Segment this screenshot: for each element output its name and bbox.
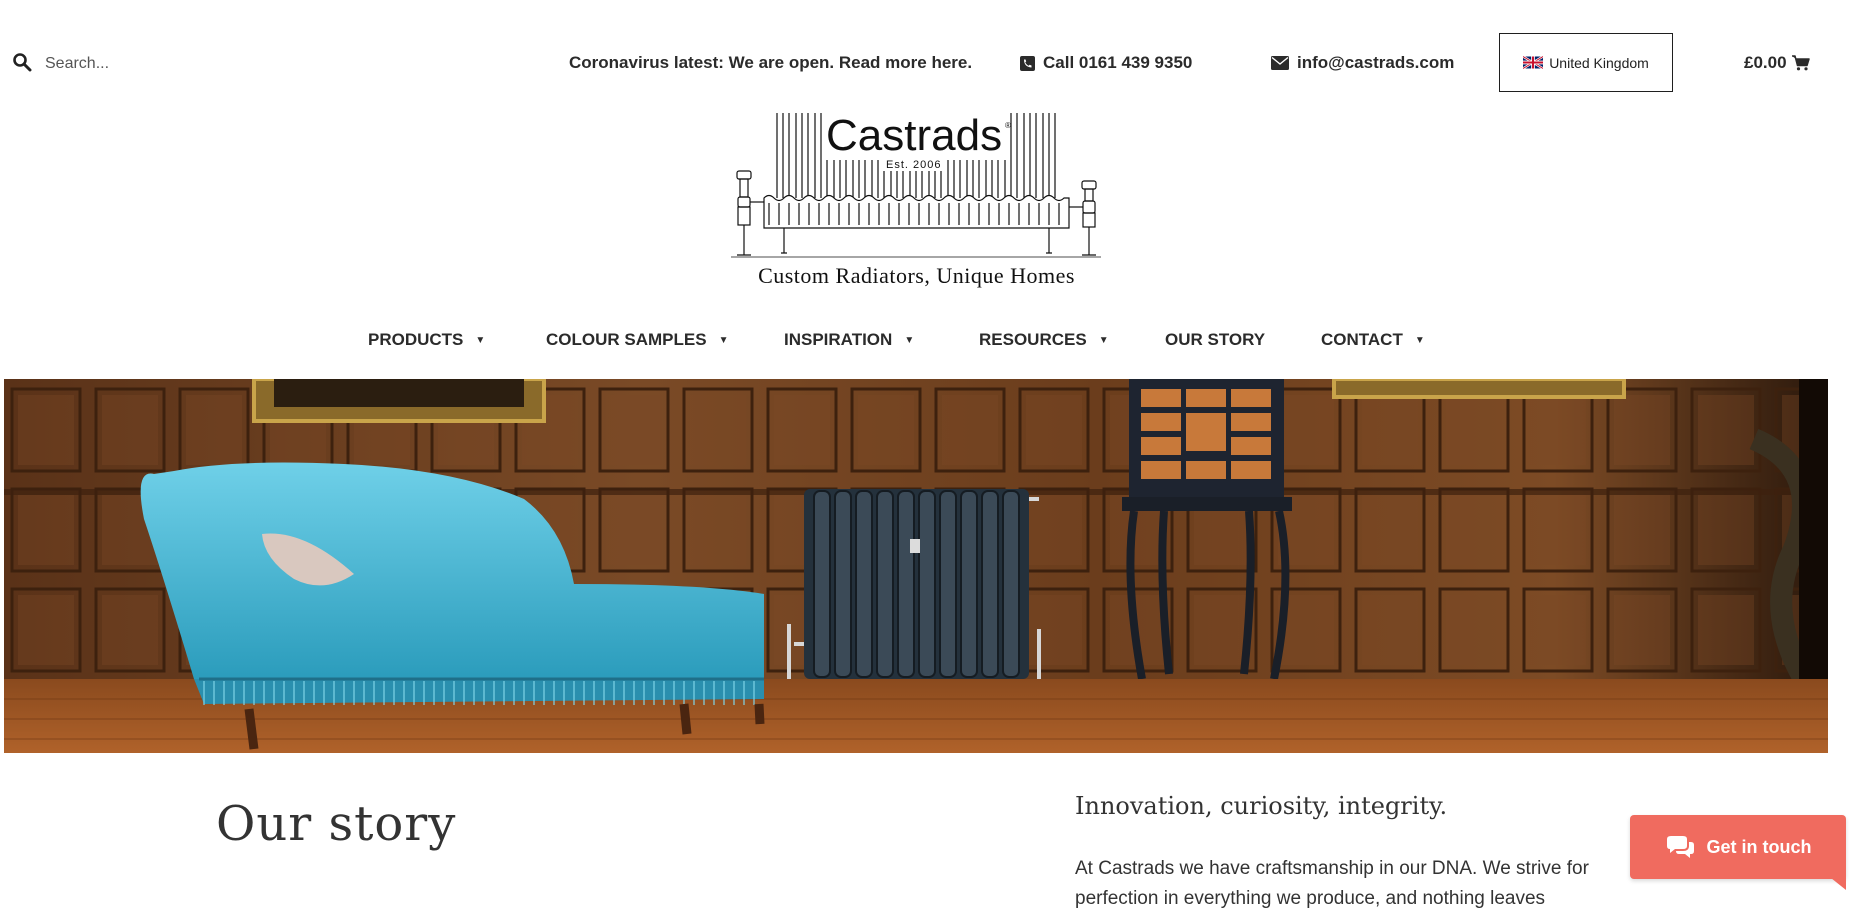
email-link[interactable]: info@castrads.com: [1271, 53, 1454, 73]
registered-mark: ®: [1005, 121, 1011, 130]
phone-label: Call 0161 439 9350: [1043, 53, 1193, 72]
cart-icon: [1791, 55, 1810, 71]
hero-image: [4, 379, 1828, 753]
cart-total: £0.00: [1744, 53, 1787, 72]
email-label: info@castrads.com: [1297, 53, 1455, 72]
country-selector[interactable]: United Kingdom: [1499, 33, 1673, 92]
search-input[interactable]: [45, 55, 265, 73]
country-label: United Kingdom: [1549, 54, 1649, 71]
nav-item-label: CONTACT: [1321, 330, 1403, 349]
nav-item-inspiration[interactable]: INSPIRATION ▼: [784, 330, 914, 350]
caret-down-icon: ▼: [1098, 334, 1109, 346]
story-subtitle: Innovation, curiosity, integrity.: [1075, 792, 1448, 820]
search-icon[interactable]: [12, 52, 32, 77]
search-bar[interactable]: [12, 52, 265, 76]
caret-down-icon: ▼: [475, 334, 486, 346]
caret-down-icon: ▼: [904, 334, 915, 346]
uk-flag-icon: [1523, 56, 1544, 69]
phone-link[interactable]: Call 0161 439 9350: [1020, 53, 1192, 73]
nav-item-label: OUR STORY: [1165, 330, 1266, 349]
nav-item-label: INSPIRATION: [784, 330, 893, 349]
nav-item-resources[interactable]: RESOURCES ▼: [979, 330, 1109, 350]
established-label: Est. 2006: [883, 159, 945, 171]
nav-item-label: RESOURCES: [979, 330, 1087, 349]
coronavirus-notice-link[interactable]: Coronavirus latest: We are open. Read mo…: [569, 53, 972, 73]
caret-down-icon: ▼: [1414, 334, 1425, 346]
page-title: Our story: [216, 796, 457, 852]
cart-link[interactable]: £0.00: [1744, 53, 1810, 73]
chat-bubble-tail: [1826, 874, 1846, 890]
brand-name: Castrads: [822, 112, 1007, 160]
chat-icon: [1666, 836, 1694, 858]
get-in-touch-label: Get in touch: [1706, 836, 1812, 857]
nav-item-colour-samples[interactable]: COLOUR SAMPLES ▼: [546, 330, 728, 350]
main-nav: PRODUCTS ▼ COLOUR SAMPLES ▼ INSPIRATION …: [0, 330, 1850, 352]
nav-item-contact[interactable]: CONTACT ▼: [1321, 330, 1425, 350]
nav-item-label: PRODUCTS: [368, 330, 464, 349]
logo-tagline: Custom Radiators, Unique Homes: [758, 263, 1075, 288]
radiator: [787, 489, 1041, 679]
story-body-text: At Castrads we have craftsmanship in our…: [1075, 858, 1589, 909]
phone-icon: [1020, 55, 1035, 71]
get-in-touch-button[interactable]: Get in touch: [1630, 815, 1846, 879]
nav-item-our-story[interactable]: OUR STORY: [1165, 330, 1265, 350]
nav-item-label: COLOUR SAMPLES: [546, 330, 707, 349]
nav-item-products[interactable]: PRODUCTS ▼: [368, 330, 485, 350]
caret-down-icon: ▼: [718, 334, 729, 346]
envelope-icon: [1271, 56, 1289, 70]
